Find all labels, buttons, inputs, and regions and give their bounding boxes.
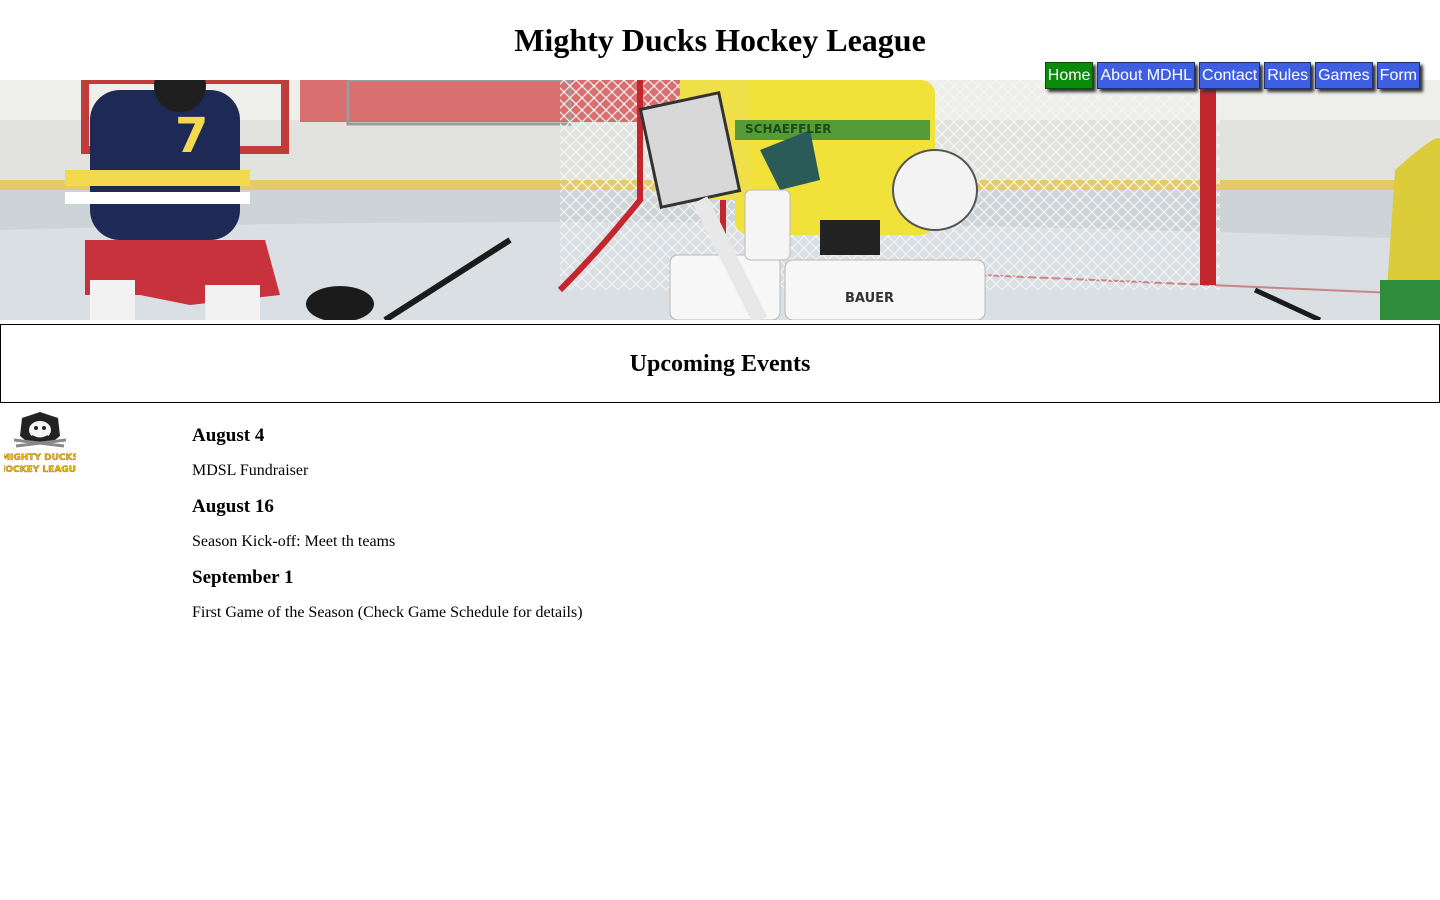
logo-line1-text: MIGHTY DUCKS [4,453,76,463]
event-description: Season Kick-off: Meet th teams [192,533,396,550]
hero-banner-image: 7 SCHAEFFLER BAUER [0,80,1440,320]
jersey-number-text: 7 [175,108,208,164]
upcoming-events-title: Upcoming Events [629,351,811,377]
upcoming-events-header-box: Upcoming Events [0,324,1440,403]
brand-text: BAUER [845,291,894,306]
event-date: August 16 [192,496,274,517]
nav-home-link[interactable]: Home [1044,62,1094,89]
nav-rules-link[interactable]: Rules [1264,62,1312,89]
event-description: MDSL Fundraiser [192,462,309,479]
event-item: August 4 MDSL Fundraiser [192,424,992,481]
logo-line2-text: HOCKEY LEAGUE [4,465,76,475]
nav-about-link[interactable]: About MDHL [1097,62,1196,89]
nav-games-link[interactable]: Games [1315,62,1373,89]
nav-form-link[interactable]: Form [1376,62,1420,89]
nav-contact-link[interactable]: Contact [1199,62,1261,89]
event-date: August 4 [192,425,265,446]
events-list: August 4 MDSL Fundraiser August 16 Seaso… [192,424,992,637]
league-logo: MIGHTY DUCKS HOCKEY LEAGUE [0,410,82,480]
event-date: September 1 [192,567,294,588]
site-title: Mighty Ducks Hockey League [514,22,926,58]
sponsor-text: SCHAEFFLER [745,122,831,136]
event-description: First Game of the Season (Check Game Sch… [192,604,583,621]
main-nav: Home About MDHL Contact Rules Games Form [1044,62,1420,89]
event-item: September 1 First Game of the Season (Ch… [192,566,992,623]
event-item: August 16 Season Kick-off: Meet th teams [192,495,992,552]
